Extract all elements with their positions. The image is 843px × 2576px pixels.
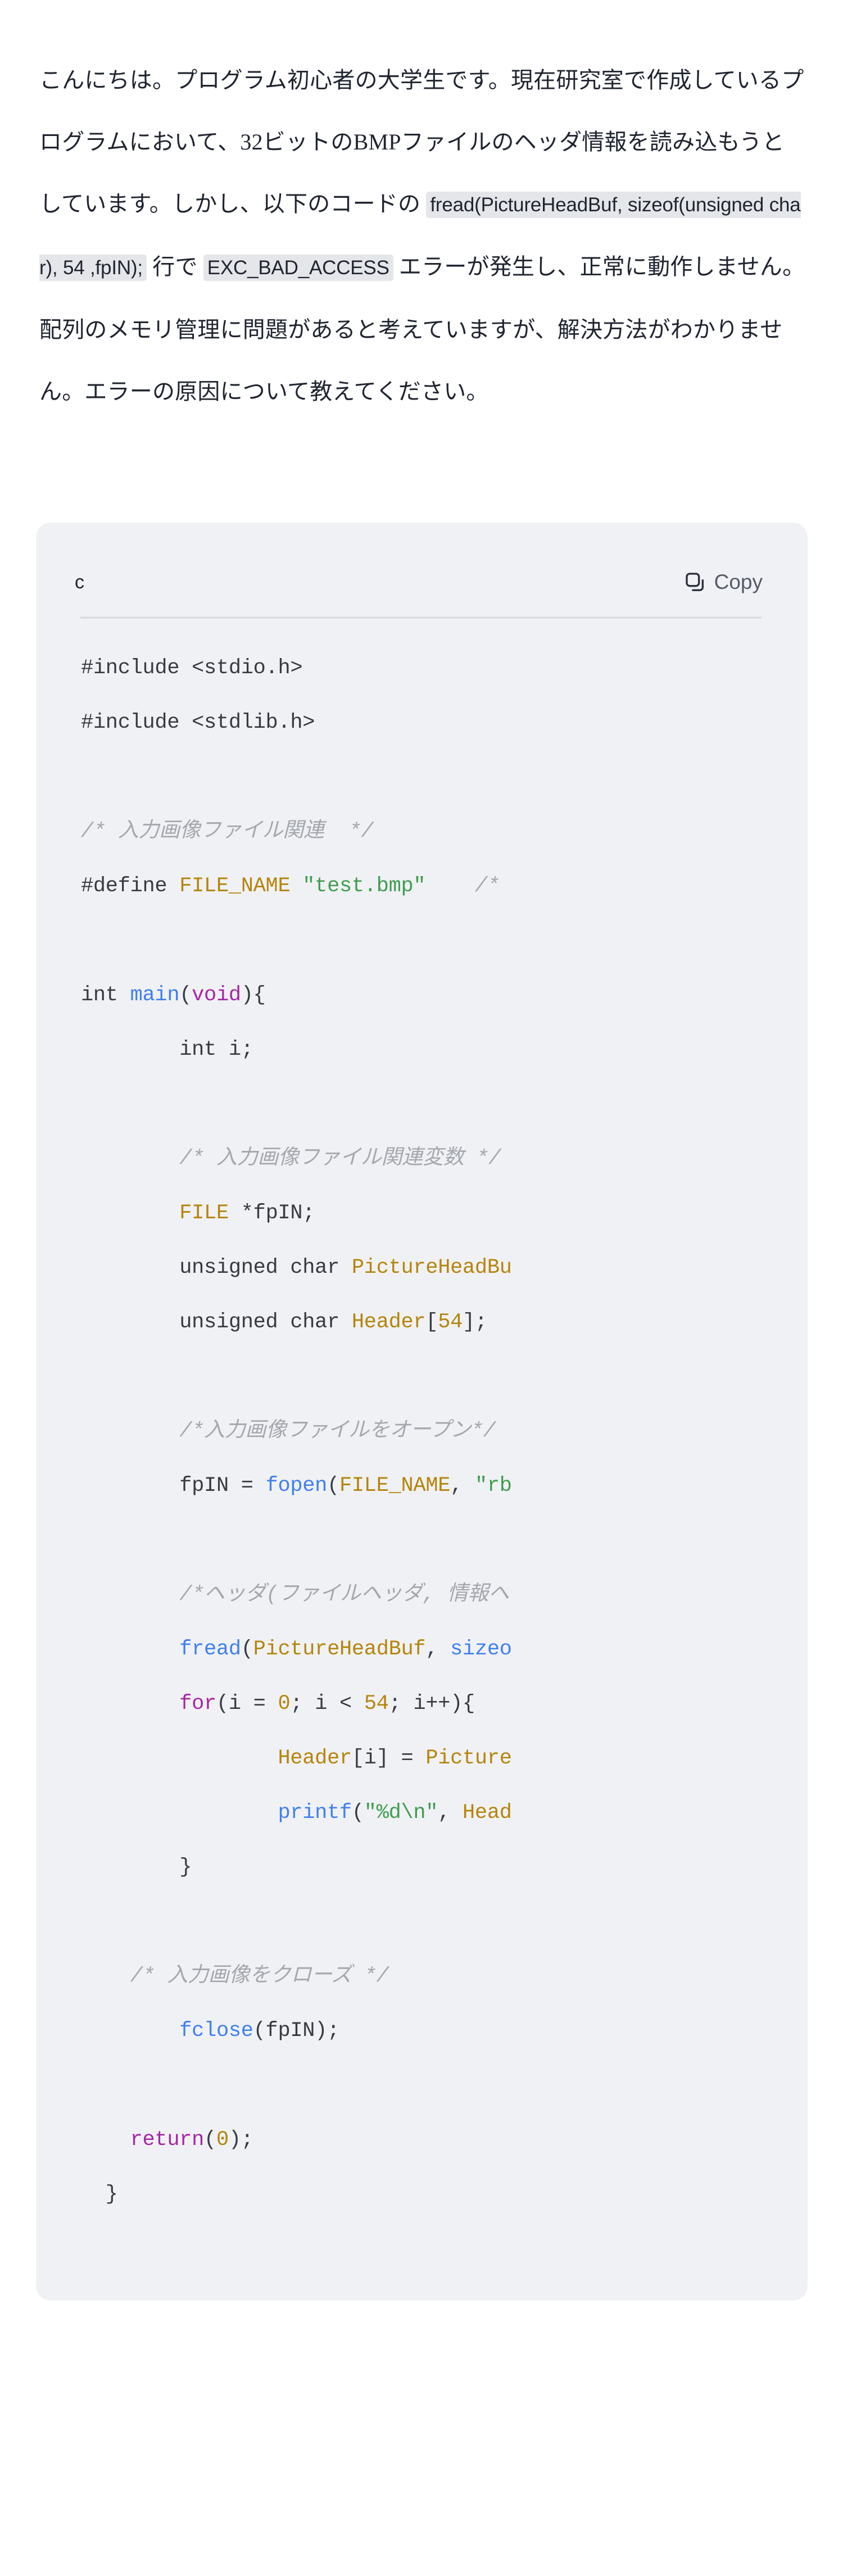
code-token: /*ヘッダ(ファイルヘッダ, 情報ヘ xyxy=(179,1583,509,1607)
code-token: ( xyxy=(327,1474,339,1498)
code-token: FILE_NAME xyxy=(179,874,291,898)
code-token: int xyxy=(81,983,130,1007)
code-token: Header xyxy=(351,1310,426,1334)
code-token: (fpIN); xyxy=(253,2019,340,2043)
code-token: 0 xyxy=(278,1692,291,1716)
code-token: } xyxy=(81,2183,118,2206)
code-token: ( xyxy=(351,1801,364,1825)
code-token: ( xyxy=(241,1638,253,1661)
code-token: return xyxy=(130,2128,205,2152)
code-token: ( xyxy=(204,2128,216,2152)
code-body: #include <stdio.h> #include <stdlib.h> /… xyxy=(36,619,808,2301)
code-token: FILE_NAME xyxy=(339,1474,451,1498)
code-token: PictureHeadBuf xyxy=(253,1638,426,1661)
code-language-label: c xyxy=(75,571,84,593)
code-token: fpIN = xyxy=(81,1474,266,1498)
code-token: #define xyxy=(81,874,180,898)
code-token: [i] = xyxy=(351,1747,426,1770)
code-token: 54 xyxy=(438,1310,463,1334)
code-token: Picture xyxy=(425,1747,512,1770)
code-token: unsigned char xyxy=(81,1310,352,1334)
code-token: /* xyxy=(474,874,500,898)
code-token: main xyxy=(130,983,180,1007)
code-token: /* 入力画像をクローズ */ xyxy=(130,1965,389,1988)
code-token: *fpIN; xyxy=(228,1201,315,1225)
clipboard-icon xyxy=(684,571,706,593)
inline-code-3: EXC_BAD_ACCESS xyxy=(203,255,393,281)
code-token: fread xyxy=(179,1638,241,1661)
code-token: ]; xyxy=(463,1310,487,1334)
code-token: /* 入力画像ファイル関連 */ xyxy=(81,820,374,843)
copy-code-button[interactable]: Copy xyxy=(684,571,763,593)
code-token: /*入力画像ファイルをオープン*/ xyxy=(179,1419,496,1443)
code-token: fclose xyxy=(179,2019,253,2043)
code-token: "test.bmp" xyxy=(302,874,426,898)
code-token: Header xyxy=(278,1747,352,1770)
code-token: PictureHeadBu xyxy=(351,1256,512,1280)
code-token: "rb xyxy=(474,1474,512,1498)
code-token: #include <stdlib.h> xyxy=(81,711,315,734)
code-token: for xyxy=(179,1692,216,1716)
code-token: 0 xyxy=(216,2128,229,2152)
code-token: void xyxy=(192,983,241,1007)
code-token: [ xyxy=(425,1310,438,1334)
code-token: ( xyxy=(179,983,192,1007)
code-token: 54 xyxy=(364,1692,389,1716)
code-token: ; i < xyxy=(290,1692,364,1716)
code-block-header: c Copy xyxy=(36,523,808,601)
code-token: , xyxy=(450,1474,475,1498)
code-content[interactable]: #include <stdio.h> #include <stdlib.h> /… xyxy=(36,641,808,2222)
code-token: } xyxy=(81,1856,192,1879)
code-token: , xyxy=(438,1801,463,1825)
code-token: ; i++){ xyxy=(388,1692,475,1716)
code-token: printf xyxy=(278,1801,352,1825)
code-token: FILE xyxy=(179,1201,229,1225)
copy-button-label: Copy xyxy=(714,570,763,593)
code-token: fopen xyxy=(265,1474,328,1498)
code-token: ); xyxy=(228,2128,253,2152)
code-block-card: c Copy #include <stdio.h> #include <stdl… xyxy=(36,523,808,2301)
code-token: "%d\n" xyxy=(364,1801,438,1825)
code-token: int i; xyxy=(81,1038,253,1062)
inline-code-1: fread(PictureHeadBuf, sizeof(unsigned ch… xyxy=(39,192,801,281)
code-token: (i = xyxy=(216,1692,278,1716)
code-token: #include <stdio.h> xyxy=(81,656,303,680)
code-token: ){ xyxy=(241,983,266,1007)
code-token: Head xyxy=(463,1801,512,1825)
code-token: sizeo xyxy=(450,1638,512,1661)
code-token: /* 入力画像ファイル関連変数 */ xyxy=(179,1147,501,1171)
question-paragraph: こんにちは。プログラム初心者の大学生です。現在研究室で作成しているプログラムにお… xyxy=(39,67,805,404)
code-token: unsigned char xyxy=(81,1256,352,1280)
code-token: , xyxy=(425,1638,451,1661)
